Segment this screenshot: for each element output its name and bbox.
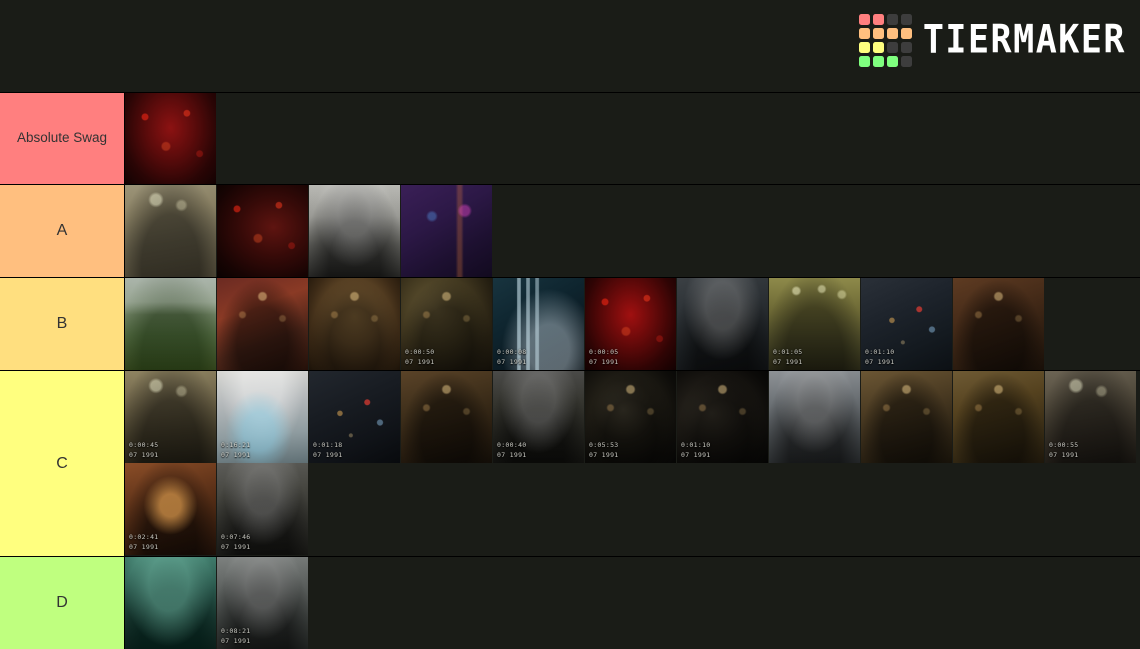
tier-item-dark-apartment-facade[interactable]: 0:01:18 07 1991 bbox=[309, 371, 400, 463]
tier-item-brown-leather-lounge[interactable] bbox=[953, 278, 1044, 370]
logo-cell-2-0 bbox=[858, 42, 870, 53]
timestamp-overlay: 0:02:41 07 1991 bbox=[129, 533, 159, 551]
tier-item-black-tunnel-corridor[interactable]: 0:01:10 07 1991 bbox=[677, 371, 768, 463]
tier-item-red-yellow-carnival-room[interactable] bbox=[217, 278, 308, 370]
tier-item-dim-room-wall-lamp[interactable]: 0:00:50 07 1991 bbox=[401, 278, 492, 370]
tier-item-beige-office-hallway[interactable]: 0:00:45 07 1991 bbox=[125, 371, 216, 463]
tier-item-green-hills-road[interactable] bbox=[125, 278, 216, 370]
brand-name: TIERMAKER bbox=[922, 17, 1126, 63]
tier-item-blue-window-mist-hall[interactable]: 0:00:08 07 1991 bbox=[493, 278, 584, 370]
tiermaker-logo: TIERMAKER bbox=[858, 14, 1126, 67]
tier-list-root: TIERMAKER Absolute Swag A B 0:00:50 07 1991… bbox=[0, 0, 1140, 649]
header: TIERMAKER bbox=[0, 0, 1140, 92]
tier-item-lit-highway-tunnel[interactable] bbox=[309, 278, 400, 370]
tier-item-hotel-lobby-lamp[interactable] bbox=[953, 371, 1044, 463]
timestamp-overlay: 0:01:10 07 1991 bbox=[865, 348, 895, 366]
tier-item-foggy-road[interactable] bbox=[309, 185, 400, 277]
logo-cell-1-3 bbox=[900, 28, 912, 39]
tier-item-red-corridor-lights[interactable]: 0:00:05 07 1991 bbox=[585, 278, 676, 370]
timestamp-overlay: 0:07:46 07 1991 bbox=[221, 533, 251, 551]
tier-row: D 0:08:21 07 1991 bbox=[0, 556, 1140, 649]
tier-item-neon-arcade-lounge[interactable] bbox=[401, 185, 492, 277]
logo-grid-icon bbox=[858, 14, 912, 67]
tier-item-red-theater-auditorium[interactable] bbox=[125, 93, 216, 184]
timestamp-overlay: 0:00:45 07 1991 bbox=[129, 441, 159, 459]
tier-item-underwater-green-lake[interactable] bbox=[125, 557, 216, 649]
tier-row: C 0:00:45 07 1991 0:16:21 07 1991 0:01:18 0… bbox=[0, 370, 1140, 556]
tier-row-items[interactable]: 0:00:45 07 1991 0:16:21 07 1991 0:01:18 07… bbox=[125, 371, 1140, 556]
tier-item-industrial-machine-room[interactable] bbox=[677, 278, 768, 370]
tier-row-items[interactable] bbox=[125, 93, 1140, 184]
timestamp-overlay: 0:00:05 07 1991 bbox=[589, 348, 619, 366]
tier-item-abandoned-room-gate[interactable] bbox=[861, 371, 952, 463]
timestamp-overlay: 0:01:18 07 1991 bbox=[313, 441, 343, 459]
logo-cell-1-0 bbox=[858, 28, 870, 39]
tier-item-parking-garage[interactable] bbox=[769, 371, 860, 463]
timestamp-overlay: 0:05:53 07 1991 bbox=[589, 441, 619, 459]
timestamp-overlay: 0:08:21 07 1991 bbox=[221, 627, 251, 645]
tier-item-flooded-room-ceiling-fan[interactable]: 0:08:21 07 1991 bbox=[217, 557, 308, 649]
logo-cell-3-3 bbox=[900, 56, 912, 67]
timestamp-overlay: 0:00:08 07 1991 bbox=[497, 348, 527, 366]
logo-cell-3-0 bbox=[858, 56, 870, 67]
timestamp-overlay: 0:00:40 07 1991 bbox=[497, 441, 527, 459]
logo-cell-3-2 bbox=[886, 56, 898, 67]
logo-cell-1-2 bbox=[886, 28, 898, 39]
logo-cell-2-1 bbox=[872, 42, 884, 53]
tier-label-b[interactable]: B bbox=[0, 278, 125, 370]
tier-item-yellow-office-cubicles[interactable]: 0:01:05 07 1991 bbox=[769, 278, 860, 370]
tier-row-items[interactable] bbox=[125, 185, 1140, 277]
tier-label-c[interactable]: C bbox=[0, 371, 125, 556]
tier-item-orange-hotel-corridor[interactable]: 0:02:41 07 1991 bbox=[125, 463, 216, 555]
tier-item-cave-rock-chamber[interactable] bbox=[401, 371, 492, 463]
logo-cell-2-2 bbox=[886, 42, 898, 53]
timestamp-overlay: 0:01:05 07 1991 bbox=[773, 348, 803, 366]
tier-item-tunnel-entrance-stop-sign[interactable] bbox=[125, 185, 216, 277]
logo-cell-0-3 bbox=[900, 14, 912, 25]
tier-row: A bbox=[0, 184, 1140, 277]
logo-cell-0-2 bbox=[886, 14, 898, 25]
tier-item-white-indoor-pool[interactable]: 0:16:21 07 1991 bbox=[217, 371, 308, 463]
tier-item-lit-doorway-dark-room[interactable]: 0:05:53 07 1991 bbox=[585, 371, 676, 463]
tier-row: Absolute Swag bbox=[0, 92, 1140, 184]
tier-item-living-room-tv[interactable]: 0:00:55 07 1991 bbox=[1045, 371, 1136, 463]
tier-row: B 0:00:50 07 1991 0:00:08 07 1991 0:00:05 0… bbox=[0, 277, 1140, 370]
tier-item-dark-red-room[interactable] bbox=[217, 185, 308, 277]
timestamp-overlay: 0:00:50 07 1991 bbox=[405, 348, 435, 366]
tier-item-dark-apartment-block[interactable]: 0:01:10 07 1991 bbox=[861, 278, 952, 370]
tier-rows: Absolute Swag A B 0:00:50 07 1991 0:00:08 07… bbox=[0, 92, 1140, 649]
logo-cell-2-3 bbox=[900, 42, 912, 53]
tier-row-items[interactable]: 0:08:21 07 1991 bbox=[125, 557, 1140, 649]
tier-item-foggy-night-street[interactable]: 0:00:40 07 1991 bbox=[493, 371, 584, 463]
timestamp-overlay: 0:00:55 07 1991 bbox=[1049, 441, 1079, 459]
tier-label-d[interactable]: D bbox=[0, 557, 125, 649]
timestamp-overlay: 0:16:21 07 1991 bbox=[221, 441, 251, 459]
logo-cell-1-1 bbox=[872, 28, 884, 39]
logo-cell-3-1 bbox=[872, 56, 884, 67]
logo-cell-0-0 bbox=[858, 14, 870, 25]
tier-label-absolute-swag[interactable]: Absolute Swag bbox=[0, 93, 125, 184]
tier-row-items[interactable]: 0:00:50 07 1991 0:00:08 07 1991 0:00:05 07… bbox=[125, 278, 1140, 370]
tier-label-a[interactable]: A bbox=[0, 185, 125, 277]
tier-item-gray-office-hallway[interactable]: 0:07:46 07 1991 bbox=[217, 463, 308, 555]
logo-cell-0-1 bbox=[872, 14, 884, 25]
timestamp-overlay: 0:01:10 07 1991 bbox=[681, 441, 711, 459]
